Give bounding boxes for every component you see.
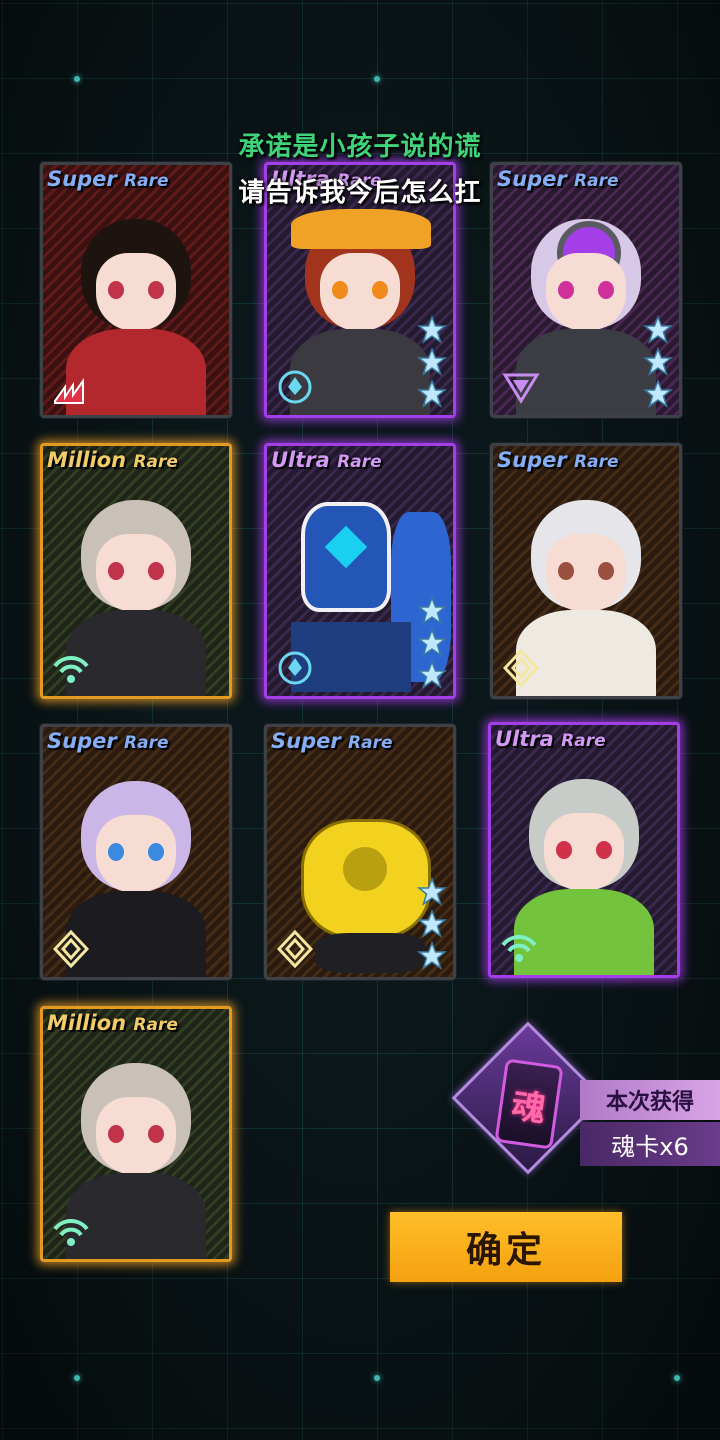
character-card[interactable]: Million Rare xyxy=(40,1006,232,1262)
character-card[interactable]: Super Rare xyxy=(264,724,456,980)
star-icon xyxy=(417,941,447,970)
grid-node-dot xyxy=(74,76,80,82)
soul-card-icon: 魂 xyxy=(494,1058,564,1150)
lyric-subtitle: 承诺是小孩子说的谎 xyxy=(238,132,482,162)
star-icon xyxy=(417,660,447,689)
rarity-label: Ultra Rare xyxy=(271,448,382,472)
character-card[interactable]: Million Rare xyxy=(40,443,232,699)
signal-class-icon xyxy=(53,1219,89,1246)
star-rating xyxy=(643,315,673,409)
star-icon xyxy=(417,628,447,657)
grid-node-dot xyxy=(674,1375,680,1381)
rarity-label: Million Rare xyxy=(47,1011,178,1035)
grid-node-dot xyxy=(74,1375,80,1381)
star-rating xyxy=(417,877,447,971)
diamond-class-icon xyxy=(52,929,90,969)
reward-amount: 魂卡x6 xyxy=(580,1122,720,1166)
star-icon xyxy=(417,379,447,408)
rarity-label: Ultra Rare xyxy=(495,727,606,751)
star-icon xyxy=(643,347,673,376)
rarity-label: Million Rare xyxy=(47,448,178,472)
star-icon xyxy=(417,315,447,344)
star-rating xyxy=(417,315,447,409)
star-icon xyxy=(643,315,673,344)
signal-class-icon xyxy=(53,656,89,683)
ring-class-icon xyxy=(278,370,312,404)
confirm-button[interactable]: 确定 xyxy=(390,1212,622,1282)
claw-class-icon xyxy=(54,377,84,404)
grid-node-dot xyxy=(374,1375,380,1381)
reward-label: 本次获得 xyxy=(580,1080,720,1120)
character-card[interactable]: Super Rare xyxy=(490,443,682,699)
signal-class-icon xyxy=(501,935,537,962)
triangle-class-icon xyxy=(502,373,540,404)
rarity-label: Super Rare xyxy=(497,448,619,472)
diamond-class-icon xyxy=(276,929,314,969)
reward-badge: 本次获得 魂卡x6 魂 xyxy=(451,1021,720,1182)
grid-node-dot xyxy=(374,76,380,82)
ring-class-icon xyxy=(278,651,312,685)
star-rating xyxy=(417,596,447,690)
star-icon xyxy=(417,909,447,938)
character-card[interactable]: Super Rare xyxy=(40,724,232,980)
character-card[interactable]: Ultra Rare xyxy=(488,722,680,978)
star-icon xyxy=(417,877,447,906)
lyric-subtitle: 请告诉我今后怎么扛 xyxy=(238,178,482,208)
rarity-label: Super Rare xyxy=(47,729,169,753)
diamond-class-icon xyxy=(502,648,540,688)
character-card[interactable]: Ultra Rare xyxy=(264,443,456,699)
star-icon xyxy=(417,596,447,625)
star-icon xyxy=(643,379,673,408)
star-icon xyxy=(417,347,447,376)
rarity-label: Super Rare xyxy=(271,729,393,753)
